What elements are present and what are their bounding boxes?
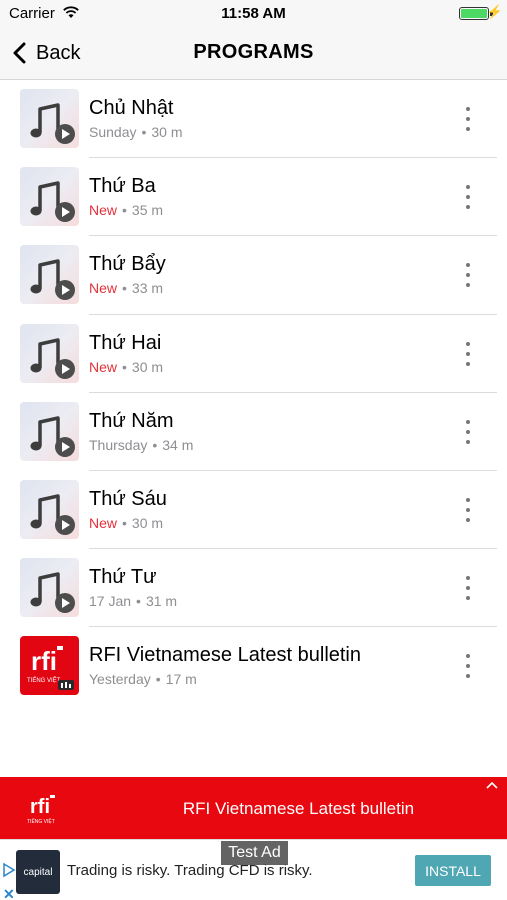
program-title: Thứ Bẩy: [89, 253, 166, 276]
program-title: Thứ Hai: [89, 331, 162, 354]
program-title: Thứ Sáu: [89, 487, 167, 510]
program-meta: 17 Jan • 31 m: [89, 593, 178, 610]
more-options-icon[interactable]: [458, 339, 478, 369]
more-options-icon[interactable]: [458, 182, 478, 212]
music-note-icon: [20, 167, 79, 227]
program-meta: New • 30 m: [89, 358, 164, 375]
program-duration: 34 m: [162, 436, 194, 453]
svg-text:TIẾNG VIỆT: TIẾNG VIỆT: [27, 817, 55, 825]
program-row[interactable]: Thứ Tư 17 Jan • 31 m: [0, 549, 507, 628]
program-row[interactable]: Thứ Năm Thursday • 34 m: [0, 393, 507, 471]
program-list: Chủ Nhật Sunday•30 m Thứ Ba New•35 m: [0, 80, 507, 706]
program-meta: Yesterday • 17 m: [89, 671, 197, 688]
program-duration: 33 m: [131, 280, 164, 297]
program-duration: 17 m: [165, 671, 197, 688]
svg-text:rfi: rfi: [30, 796, 50, 818]
advertiser-logo: capital: [16, 850, 60, 894]
program-row[interactable]: Thứ Hai New • 30 m: [0, 315, 507, 393]
program-date: 17 Jan: [89, 593, 132, 610]
program-meta: New • 30 m: [89, 514, 164, 531]
program-title: Thứ Tư: [89, 566, 157, 589]
program-meta: Thursday • 34 m: [89, 436, 194, 453]
more-options-icon[interactable]: [458, 495, 478, 525]
program-title: Chủ Nhật: [89, 97, 174, 119]
page-title: PROGRAMS: [193, 41, 314, 63]
program-meta: New • 33 m: [89, 280, 164, 297]
program-row[interactable]: Thứ Bẩy New • 33 m: [0, 236, 507, 315]
program-duration: 30 m: [131, 358, 164, 375]
program-duration: 31 m: [145, 593, 178, 610]
install-button[interactable]: INSTALL: [415, 855, 491, 886]
music-note-icon: [20, 479, 79, 539]
new-badge: New: [89, 358, 118, 375]
new-badge: New: [89, 202, 118, 219]
navigation-bar: Back PROGRAMS: [0, 28, 507, 80]
svg-text:TIẾNG VIỆT: TIẾNG VIỆT: [27, 676, 61, 684]
more-options-icon[interactable]: [458, 260, 478, 290]
rfi-logo: rfi TIẾNG VIỆT: [27, 795, 55, 825]
program-row[interactable]: Thứ Ba New • 35 m: [0, 158, 507, 237]
program-date: Yesterday: [89, 671, 151, 688]
new-badge: New: [89, 514, 118, 531]
test-ad-label: Test Ad: [221, 841, 288, 865]
program-row[interactable]: Chủ Nhật Sunday • 30 m: [0, 80, 507, 159]
program-title: Thứ Ba: [89, 175, 156, 198]
ad-choices-icon[interactable]: [2, 862, 16, 878]
close-icon[interactable]: ✕: [3, 886, 15, 900]
status-bar: Carrier 11:58 AM ⚡: [0, 0, 507, 28]
program-row[interactable]: rfi TIẾNG VIỆT RFI Vietnamese Latest bul…: [0, 627, 507, 705]
program-date: Thursday: [89, 436, 148, 453]
more-options-icon[interactable]: [458, 417, 478, 447]
music-note-icon: [20, 245, 79, 305]
charging-bolt-icon: ⚡: [486, 4, 503, 19]
mini-player[interactable]: rfi TIẾNG VIỆT RFI Vietnamese Latest bul…: [0, 777, 507, 839]
music-note-icon: [20, 323, 79, 383]
program-duration: 30 m: [131, 514, 164, 531]
music-note-icon: [20, 89, 79, 148]
program-date: Sunday: [89, 124, 137, 140]
chevron-up-icon[interactable]: [485, 780, 499, 790]
music-note-icon: [20, 558, 79, 618]
program-row[interactable]: Thứ Sáu New • 30 m: [0, 471, 507, 550]
program-meta: Sunday • 30 m: [89, 124, 183, 140]
program-duration: 35 m: [131, 202, 164, 219]
music-note-icon: [20, 401, 79, 461]
more-options-icon[interactable]: [458, 104, 478, 134]
battery-icon: [459, 7, 489, 20]
program-title: Thứ Năm: [89, 409, 174, 432]
program-title: RFI Vietnamese Latest bulletin: [89, 644, 362, 667]
clock: 11:58 AM: [221, 5, 286, 22]
svg-text:rfi: rfi: [31, 646, 57, 676]
program-meta: New • 35 m: [89, 202, 164, 219]
more-options-icon[interactable]: [458, 573, 478, 603]
more-options-icon[interactable]: [458, 651, 478, 681]
rfi-logo: rfi TIẾNG VIỆT: [20, 636, 79, 696]
mini-player-title: RFI Vietnamese Latest bulletin: [182, 799, 415, 818]
program-duration: 30 m: [151, 124, 183, 140]
new-badge: New: [89, 280, 118, 297]
